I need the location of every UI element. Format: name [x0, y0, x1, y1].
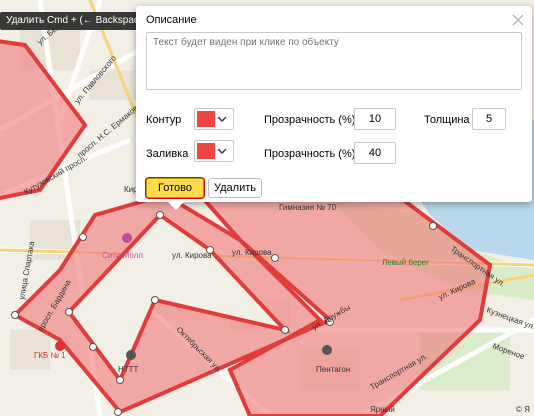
fill-label: Заливка — [146, 148, 189, 160]
fill-color-picker[interactable] — [194, 140, 234, 162]
vertex-handle[interactable] — [151, 296, 159, 304]
stroke-opacity-input[interactable]: 10 — [354, 108, 396, 130]
fill-opacity-input[interactable]: 40 — [354, 142, 396, 164]
street-label: ул. Кирова — [232, 248, 272, 257]
chevron-down-icon — [217, 116, 227, 122]
street-label: Ярный — [370, 405, 395, 414]
stroke-color-picker[interactable] — [194, 108, 234, 130]
street-label: Гимназия № 70 — [279, 203, 337, 212]
street-label: Сити Молл — [102, 251, 143, 260]
ready-button[interactable]: Готово — [146, 178, 204, 198]
street-label: Левый берег — [382, 258, 429, 267]
stroke-opacity-label: Прозрачность (%) — [264, 114, 356, 126]
hospital-marker-icon — [55, 341, 65, 351]
fill-color-swatch — [197, 143, 215, 159]
vertex-handle[interactable] — [156, 211, 164, 219]
stroke-width-input[interactable]: 5 — [472, 108, 506, 130]
stroke-color-swatch — [197, 111, 215, 127]
mall-marker-icon — [122, 233, 132, 243]
delete-hint-tooltip: Удалить Cmd + (← Backspace) — [0, 12, 154, 30]
street-label: ГКБ № 1 — [34, 351, 66, 360]
fill-opacity-label: Прозрачность (%) — [264, 148, 356, 160]
building-marker-icon — [322, 345, 332, 355]
stroke-label: Контур — [146, 114, 182, 126]
vertex-handle[interactable] — [79, 233, 87, 241]
building-marker-icon — [126, 350, 136, 360]
popup-pointer — [168, 202, 184, 210]
street-label: Пентагон — [316, 365, 350, 374]
vertex-handle[interactable] — [11, 311, 19, 319]
close-icon[interactable] — [510, 12, 526, 28]
vertex-handle[interactable] — [281, 326, 289, 334]
street-label: НТТТ — [118, 365, 139, 374]
vertex-handle[interactable] — [116, 376, 124, 384]
chevron-down-icon — [217, 148, 227, 154]
delete-button[interactable]: Удалить — [208, 178, 262, 198]
vertex-handle[interactable] — [114, 408, 122, 416]
polygon-editor-popup: Описание Контур Прозрачность (%) 10 Толщ… — [136, 6, 532, 210]
stroke-width-label: Толщина — [424, 114, 470, 126]
street-label: © Я — [516, 405, 530, 414]
description-title: Описание — [146, 14, 197, 26]
vertex-handle[interactable] — [429, 222, 437, 230]
vertex-handle[interactable] — [271, 254, 279, 262]
street-label: ул. Кирова — [172, 251, 212, 260]
description-input[interactable] — [146, 32, 522, 90]
vertex-handle[interactable] — [65, 308, 73, 316]
vertex-handle[interactable] — [89, 343, 97, 351]
